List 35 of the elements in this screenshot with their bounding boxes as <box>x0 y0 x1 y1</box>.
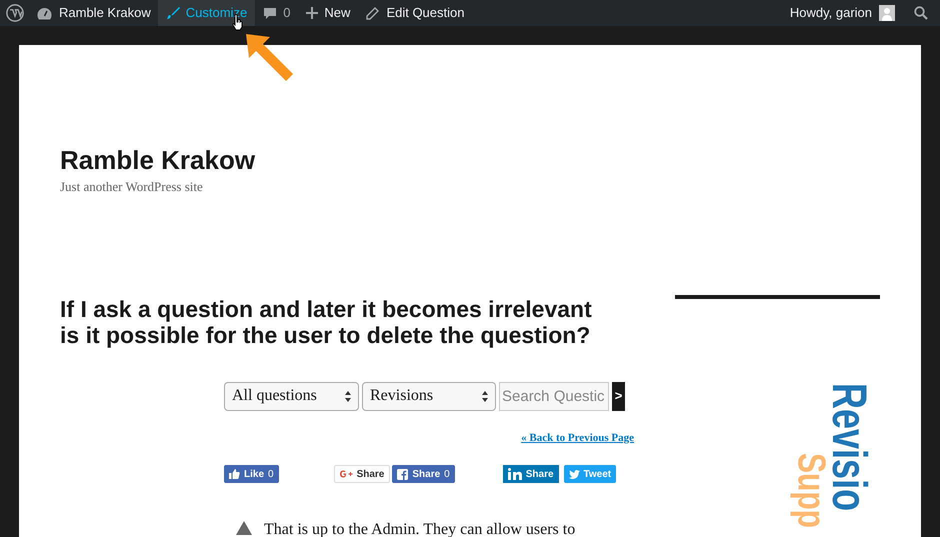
account-link[interactable]: Howdy, garion <box>782 0 902 26</box>
edit-question-link[interactable]: Edit Question <box>358 0 472 26</box>
thumbs-up-icon <box>229 469 240 479</box>
google-share-button[interactable]: Share <box>334 465 390 483</box>
bird-icon <box>568 470 580 478</box>
google-plus-icon <box>340 470 353 478</box>
pointer-arrow-icon <box>246 34 294 82</box>
sort-dropdown[interactable]: Revisions <box>362 382 496 410</box>
dashboard-icon <box>37 6 52 20</box>
plus-icon <box>306 7 318 19</box>
search-field[interactable]: Search Questic <box>499 382 609 410</box>
linkedin-share-button[interactable]: Share <box>502 465 559 483</box>
linkedin-icon <box>508 468 522 480</box>
customize-link[interactable]: Customize <box>158 0 256 26</box>
facebook-icon <box>397 468 408 480</box>
speech-bubble-icon <box>263 6 278 20</box>
pencil-icon <box>366 6 380 20</box>
search-icon <box>914 6 928 20</box>
wordpress-logo-icon[interactable] <box>6 4 24 22</box>
new-link[interactable]: New <box>298 0 358 26</box>
site-name-link[interactable]: Ramble Krakow <box>30 0 158 26</box>
search-submit-button[interactable]: > <box>612 382 625 410</box>
site-tagline: Just another WordPress site <box>60 178 204 196</box>
back-link[interactable]: « Back to Previous Page <box>521 430 634 446</box>
question-title: If I ask a question and later it becomes irrelevant is it possible for the user to delete the question? <box>60 296 593 348</box>
updown-icon <box>345 390 351 402</box>
upvote-triangle-icon <box>236 521 252 535</box>
scope-dropdown[interactable]: All questions <box>224 382 359 410</box>
avatar-icon <box>879 5 895 21</box>
updown-icon <box>482 390 488 402</box>
site-title: Ramble Krakow <box>60 144 256 176</box>
facebook-share-button[interactable]: Share 0 <box>392 465 455 483</box>
brush-icon <box>166 6 180 20</box>
like-button[interactable]: Like 0 <box>224 465 279 483</box>
comments-link[interactable]: 0 <box>255 0 298 26</box>
